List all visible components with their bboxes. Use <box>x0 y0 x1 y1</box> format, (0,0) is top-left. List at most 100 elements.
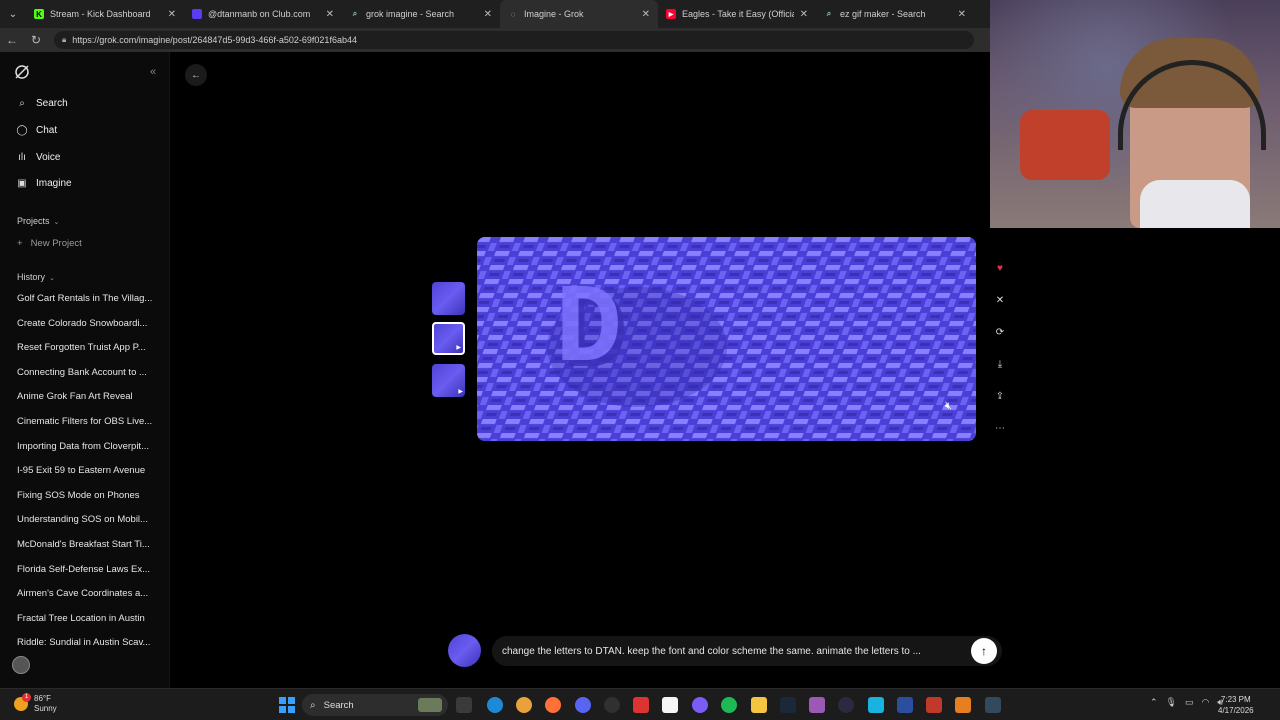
close-tab-icon[interactable]: ✕ <box>168 9 176 20</box>
wifi-icon[interactable]: ◠ <box>1202 697 1210 708</box>
maze-pattern <box>477 237 976 441</box>
heart-icon[interactable]: ♥ <box>990 258 1010 278</box>
copilot-icon[interactable] <box>516 697 532 713</box>
sidebar-item-imagine[interactable]: ▣ Imagine <box>16 178 71 189</box>
file-explorer-icon[interactable] <box>751 697 767 713</box>
more-options-icon[interactable]: ⋯ <box>990 418 1010 438</box>
fx-icon[interactable] <box>897 697 913 713</box>
grok-logo-icon[interactable] <box>14 64 30 80</box>
thumbnail-2-selected[interactable]: ▶ <box>432 322 465 355</box>
display-icon[interactable]: ▭ <box>1185 697 1194 708</box>
video-viewer[interactable]: D <box>477 237 976 441</box>
task-view-icon[interactable] <box>456 697 472 713</box>
close-tab-icon[interactable]: ✕ <box>958 9 966 20</box>
app-icon-red[interactable] <box>633 697 649 713</box>
weather-condition: Sunny <box>34 704 57 713</box>
sidebar-item-voice[interactable]: ılı Voice <box>16 152 60 163</box>
prompt-input[interactable]: change the letters to DTAN. keep the fon… <box>492 636 1002 666</box>
projects-label: Projects <box>17 216 50 226</box>
taskbar-search[interactable]: ⌕ Search <box>302 694 448 716</box>
history-item[interactable]: Fractal Tree Location in Austin <box>17 612 157 637</box>
history-item[interactable]: Connecting Bank Account to ... <box>17 366 157 391</box>
history-item[interactable]: Understanding SOS on Mobil... <box>17 513 157 538</box>
thumbnail-1[interactable] <box>432 282 465 315</box>
close-tab-icon[interactable]: ✕ <box>484 9 492 20</box>
history-item[interactable]: Riddle: Sundial in Austin Scav... <box>17 636 157 661</box>
spotify-icon[interactable] <box>721 697 737 713</box>
history-item[interactable]: Florida Self-Defense Laws Ex... <box>17 563 157 588</box>
steam-icon[interactable] <box>780 697 796 713</box>
back-arrow-icon[interactable]: ← <box>0 33 24 47</box>
app-icon-crimson[interactable] <box>926 697 942 713</box>
app-icon-blue[interactable] <box>868 697 884 713</box>
close-tab-icon[interactable]: ✕ <box>800 9 808 20</box>
app-icon-slate[interactable] <box>985 697 1001 713</box>
user-avatar[interactable] <box>12 656 30 674</box>
history-item[interactable]: I-95 Exit 59 to Eastern Avenue <box>17 464 157 489</box>
history-item[interactable]: Create Colorado Snowboardi... <box>17 317 157 342</box>
arrow-up-icon: ↑ <box>981 644 987 658</box>
history-item[interactable]: Importing Data from Cloverpit... <box>17 440 157 465</box>
microphone-icon[interactable]: 🎙︎ <box>1166 697 1177 708</box>
history-item[interactable]: Fixing SOS Mode on Phones <box>17 489 157 514</box>
history-item[interactable]: Reset Forgotten Truist App P... <box>17 341 157 366</box>
messenger-icon[interactable] <box>692 697 708 713</box>
tab-imagine-grok[interactable]: ◌ Imagine - Grok ✕ <box>500 0 658 28</box>
history-label: History <box>17 272 46 282</box>
history-item[interactable]: Anime Grok Fan Art Reveal <box>17 390 157 415</box>
tab-list-chevron-icon[interactable]: ⌄ <box>0 0 26 28</box>
close-tab-icon[interactable]: ✕ <box>642 9 650 20</box>
clapper-icon[interactable] <box>809 697 825 713</box>
close-tab-icon[interactable]: ✕ <box>326 9 334 20</box>
browser-tab-bar: ⌄ K Stream - Kick Dashboard ✕ @dtanmanb … <box>0 0 990 28</box>
thumbnail-3[interactable]: ▶ <box>432 364 465 397</box>
collapse-sidebar-icon[interactable]: « <box>150 66 156 78</box>
app-icon-orange[interactable] <box>955 697 971 713</box>
discord-icon[interactable] <box>575 697 591 713</box>
regenerate-icon[interactable]: ⟳ <box>990 322 1010 342</box>
history-item[interactable]: Golf Cart Rentals in The Villag... <box>17 292 157 317</box>
url-text: https://grok.com/imagine/post/264847d5-9… <box>72 35 357 45</box>
tab-title: @dtanmanb on Club.com <box>208 9 311 19</box>
tab-ezgif-search[interactable]: ⌕ ez gif maker - Search ✕ <box>816 0 974 28</box>
search-highlight-image <box>418 698 442 712</box>
new-project-button[interactable]: + New Project <box>17 238 82 249</box>
sun-icon: 1 <box>14 693 31 711</box>
tab-eagles[interactable]: ▶ Eagles - Take it Easy (Official Audi ✕ <box>658 0 816 28</box>
windows-start-icon[interactable] <box>279 697 295 713</box>
tab-kick-dashboard[interactable]: K Stream - Kick Dashboard ✕ <box>26 0 184 28</box>
send-button[interactable]: ↑ <box>971 638 997 664</box>
chevron-up-icon[interactable]: ⌃ <box>1150 697 1158 708</box>
sidebar-item-search[interactable]: ⌕ Search <box>16 98 68 109</box>
obs-icon[interactable] <box>604 697 620 713</box>
url-field[interactable]: 🔒︎ https://grok.com/imagine/post/264847d… <box>54 31 974 49</box>
x-share-icon[interactable]: ✕ <box>990 290 1010 310</box>
image-icon: ▣ <box>17 178 27 189</box>
tab-club[interactable]: @dtanmanb on Club.com ✕ <box>184 0 342 28</box>
tab-title: Stream - Kick Dashboard <box>50 9 151 19</box>
back-button[interactable]: ← <box>185 64 207 86</box>
temperature: 86°F <box>34 694 51 703</box>
firefox-icon[interactable] <box>545 697 561 713</box>
lock-icon: 🔒︎ <box>62 35 67 44</box>
history-item[interactable]: Airmen's Cave Coordinates a... <box>17 587 157 612</box>
history-header[interactable]: History ⌄ <box>17 272 55 282</box>
itunes-icon[interactable] <box>662 697 678 713</box>
history-item[interactable]: Cinematic Filters for OBS Live... <box>17 415 157 440</box>
refresh-icon[interactable]: ↻ <box>24 33 48 47</box>
new-project-label: New Project <box>30 238 82 249</box>
system-tray: ⌃ 🎙︎ ▭ ◠ 🔊︎ <box>1150 697 1223 708</box>
app-icon-dark[interactable] <box>838 697 854 713</box>
clock[interactable]: 7:23 PM 4/17/2026 <box>1218 694 1254 716</box>
edge-icon[interactable] <box>487 697 503 713</box>
weather-widget[interactable]: 1 86°F Sunny <box>14 693 57 714</box>
history-item[interactable]: McDonald's Breakfast Start Ti... <box>17 538 157 563</box>
projects-header[interactable]: Projects ⌄ <box>17 216 59 226</box>
mute-icon[interactable]: 🔇︎ <box>945 400 952 413</box>
download-icon[interactable]: ⤓ <box>990 354 1010 374</box>
history-list: Golf Cart Rentals in The Villag... Creat… <box>17 292 157 661</box>
tab-grok-search[interactable]: ⌕ grok imagine - Search ✕ <box>342 0 500 28</box>
sidebar-item-chat[interactable]: ◯ Chat <box>16 125 57 136</box>
tab-title: Imagine - Grok <box>524 9 584 19</box>
share-icon[interactable]: ⇪ <box>990 386 1010 406</box>
